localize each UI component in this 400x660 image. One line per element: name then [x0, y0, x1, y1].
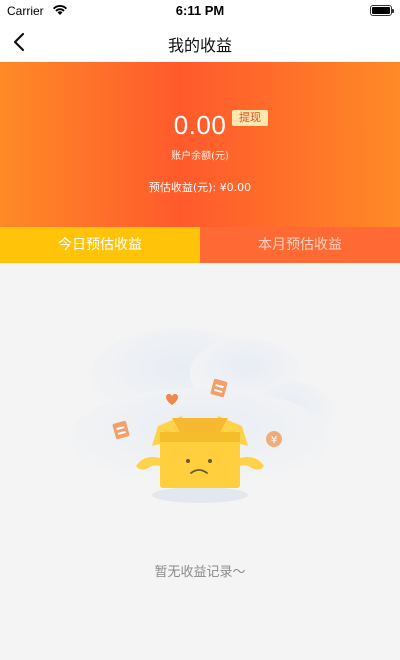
- battery-icon: [370, 5, 394, 16]
- balance-display: 0.00: [0, 110, 400, 141]
- svg-text:¥: ¥: [271, 435, 277, 446]
- balance-amount: 0.00: [173, 110, 227, 140]
- empty-box-icon: ¥: [70, 328, 335, 503]
- back-chevron-icon[interactable]: [4, 26, 36, 58]
- balance-label: 账户余额(元): [171, 151, 229, 162]
- tab-month-estimate[interactable]: 本月预估收益: [200, 227, 400, 263]
- withdraw-button[interactable]: 提现: [232, 110, 268, 126]
- empty-message: 暂无收益记录～: [154, 565, 246, 580]
- earnings-tabs: 今日预估收益 本月预估收益: [0, 227, 400, 263]
- status-time: 6:11 PM: [175, 3, 225, 18]
- tab-today-estimate[interactable]: 今日预估收益: [0, 227, 200, 263]
- estimated-earnings: 预估收益(元): ¥0.00: [148, 181, 252, 194]
- status-bar: Carrier 6:11 PM: [0, 0, 400, 22]
- earnings-header: 0.00 提现 账户余额(元) 预估收益(元): ¥0.00: [0, 62, 400, 227]
- empty-state: ¥ 暂无收益记录～: [0, 263, 400, 660]
- page-title: 我的收益: [167, 36, 232, 55]
- nav-bar: 我的收益: [0, 22, 400, 62]
